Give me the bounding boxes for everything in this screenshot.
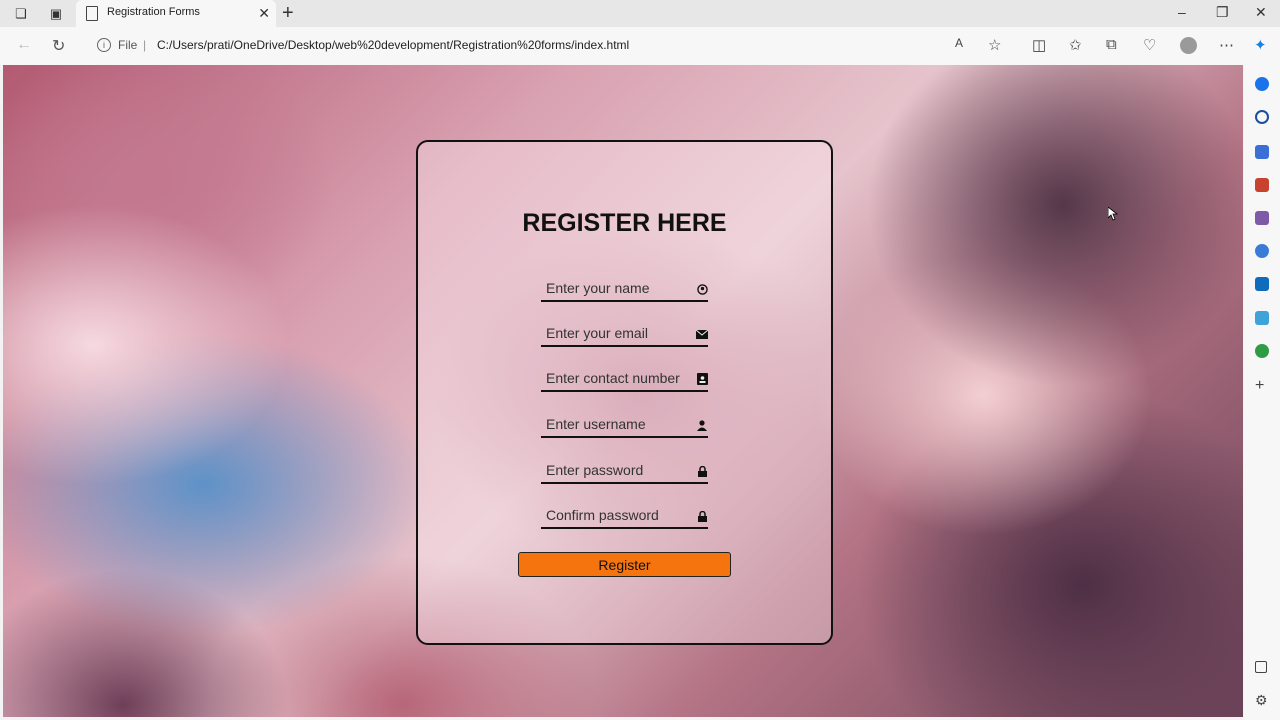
form-title: REGISTER HERE	[522, 209, 727, 237]
collections-icon[interactable]: ⧉	[1106, 36, 1117, 53]
back-icon[interactable]: ←	[16, 36, 32, 54]
favorite-star-icon[interactable]: ☆	[988, 36, 1001, 54]
sidebar-toggle-icon[interactable]	[1255, 661, 1267, 673]
tab-registration-forms[interactable]: Registration Forms ✕	[76, 0, 276, 27]
profile-avatar[interactable]	[1180, 37, 1197, 54]
favorites-icon[interactable]: ✩	[1069, 36, 1082, 54]
notifications-icon[interactable]	[1255, 77, 1269, 91]
envelope-icon	[696, 328, 708, 340]
url-box[interactable]: i File | C:/Users/prati/OneDrive/Desktop…	[86, 32, 1014, 60]
tab-title: Registration Forms	[107, 6, 200, 18]
register-button[interactable]: Register	[518, 552, 731, 577]
minimize-icon[interactable]: –	[1178, 4, 1186, 20]
copilot-icon[interactable]: ✦	[1254, 36, 1267, 54]
page-viewport: REGISTER HERE Enter your name Enter your…	[3, 65, 1243, 717]
password-field	[541, 460, 708, 484]
lock-icon	[696, 465, 708, 477]
close-tab-icon[interactable]: ✕	[258, 5, 270, 22]
name-input[interactable]	[541, 278, 696, 298]
workspaces-icon[interactable]: ❏	[12, 5, 30, 23]
games-icon[interactable]	[1255, 211, 1269, 225]
microsoft-365-icon[interactable]	[1255, 244, 1269, 258]
lock-icon	[696, 510, 708, 522]
read-aloud-icon[interactable]: A	[955, 36, 963, 50]
info-icon[interactable]: i	[97, 38, 111, 52]
split-screen-icon[interactable]: ◫	[1032, 36, 1046, 54]
browser-essentials-icon[interactable]: ♡	[1143, 36, 1156, 54]
tab-actions-icon[interactable]: ▣	[47, 5, 65, 23]
username-input[interactable]	[541, 414, 696, 434]
password-input[interactable]	[541, 460, 696, 480]
url-text[interactable]: C:/Users/prati/OneDrive/Desktop/web%20de…	[157, 38, 629, 52]
edge-sidebar: + ⚙	[1244, 65, 1280, 720]
shopping-icon[interactable]	[1255, 145, 1269, 159]
email-field	[541, 323, 708, 347]
contact-card-icon	[696, 373, 708, 385]
tools-icon[interactable]	[1255, 178, 1269, 192]
address-bar: ← ↻ i File | C:/Users/prati/OneDrive/Des…	[0, 27, 1280, 65]
contact-number-field	[541, 368, 708, 392]
tab-bar: ❏ ▣ Registration Forms ✕ + – ❐ ✕	[0, 0, 1280, 27]
tree-icon[interactable]	[1255, 344, 1269, 358]
page-icon	[86, 6, 98, 21]
email-input[interactable]	[541, 323, 696, 343]
url-scheme: File	[118, 38, 138, 52]
mouse-cursor-icon	[1108, 207, 1118, 221]
refresh-icon[interactable]: ↻	[52, 36, 65, 56]
username-field	[541, 414, 708, 438]
close-window-icon[interactable]: ✕	[1255, 4, 1267, 21]
outlook-icon[interactable]	[1255, 277, 1269, 291]
search-icon[interactable]	[1255, 110, 1269, 124]
more-options-icon[interactable]: ⋯	[1219, 36, 1234, 54]
new-tab-icon[interactable]: +	[282, 2, 294, 25]
settings-gear-icon[interactable]: ⚙	[1255, 693, 1269, 707]
person-icon	[696, 419, 708, 431]
confirm-password-input[interactable]	[541, 505, 696, 525]
add-icon[interactable]: +	[1255, 378, 1269, 394]
drop-icon[interactable]	[1255, 311, 1269, 325]
url-separator: |	[143, 38, 147, 52]
contact-number-input[interactable]	[541, 368, 696, 388]
confirm-password-field	[541, 505, 708, 529]
name-field	[541, 278, 708, 302]
user-circle-icon	[696, 283, 708, 295]
restore-icon[interactable]: ❐	[1216, 4, 1229, 21]
registration-card: REGISTER HERE Enter your name Enter your…	[416, 140, 833, 645]
